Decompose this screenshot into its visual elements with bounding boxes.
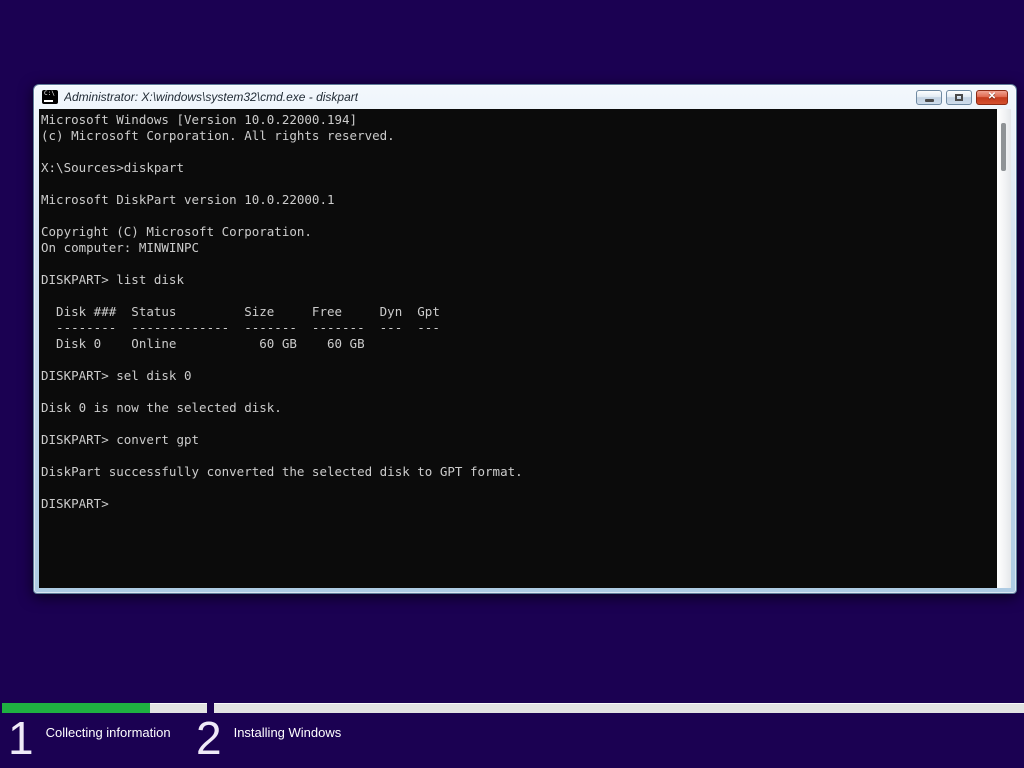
step-2-label: Installing Windows [233, 725, 342, 740]
step-1-label: Collecting information [45, 725, 171, 740]
cmd-prompt-icon: C:\ [42, 90, 58, 104]
step-1-number: 1 [8, 712, 34, 764]
maximize-button[interactable] [946, 89, 972, 105]
setup-step-1: 1 Collecting information [8, 714, 171, 762]
cmd-window: C:\ Administrator: X:\windows\system32\c… [33, 84, 1017, 594]
progress-track-step-2 [214, 703, 1024, 713]
console-area[interactable]: Microsoft Windows [Version 10.0.22000.19… [39, 109, 1011, 588]
terminal-output[interactable]: Microsoft Windows [Version 10.0.22000.19… [39, 109, 997, 588]
window-titlebar[interactable]: C:\ Administrator: X:\windows\system32\c… [39, 85, 1011, 109]
scrollbar-thumb[interactable] [1001, 123, 1006, 171]
window-controls: ✕ [916, 89, 1008, 105]
close-button[interactable]: ✕ [976, 89, 1008, 105]
cmd-icon-cursor-bar [44, 100, 53, 102]
close-icon: ✕ [987, 91, 997, 102]
setup-progress-bar [0, 703, 1024, 713]
maximize-icon [955, 93, 963, 101]
cmd-icon-prompt-text: C:\ [44, 90, 55, 97]
minimize-icon [924, 98, 934, 102]
window-title: Administrator: X:\windows\system32\cmd.e… [64, 90, 359, 104]
setup-step-2: 2 Installing Windows [196, 714, 341, 762]
scrollbar[interactable] [997, 109, 1011, 588]
step-2-number: 2 [196, 712, 222, 764]
minimize-button[interactable] [916, 89, 942, 105]
